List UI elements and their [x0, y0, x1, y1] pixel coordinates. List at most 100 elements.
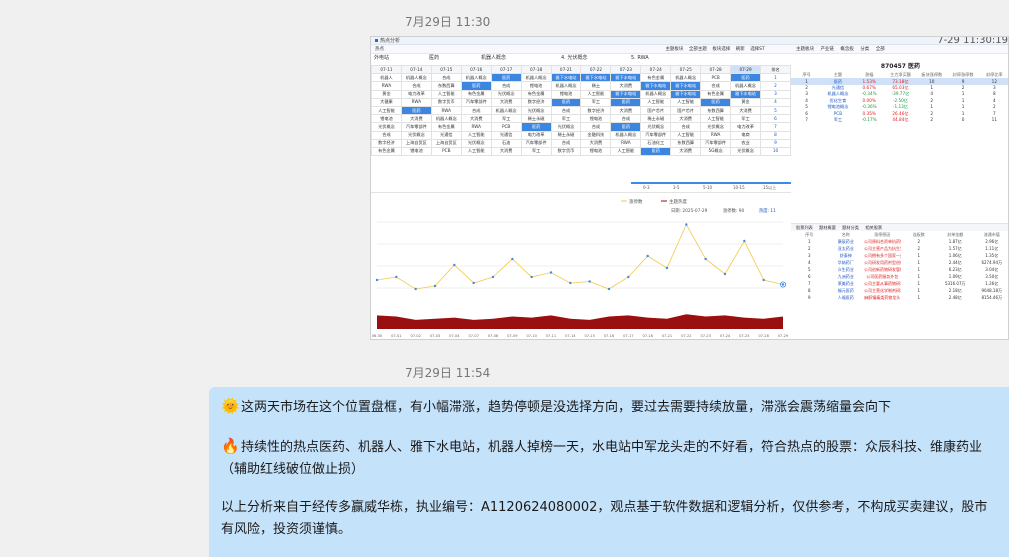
theme-cell[interactable]: 雅下水电站	[730, 89, 761, 99]
theme-cell[interactable]: 人工智能	[460, 146, 492, 157]
theme-cell[interactable]: 东数西算	[670, 138, 702, 148]
theme-cell[interactable]: 机器人概念	[730, 81, 761, 91]
theme-cell[interactable]: 稀土永磁	[640, 114, 672, 124]
theme-cell[interactable]: 电力改革	[400, 89, 432, 99]
date-header[interactable]: 07-14	[400, 64, 432, 75]
theme-cell[interactable]: 汽车零部件	[460, 97, 492, 107]
right-tab[interactable]: 概念股	[840, 47, 854, 52]
theme-cell[interactable]: 合成	[550, 105, 582, 116]
theme-cell[interactable]: 医药	[490, 73, 522, 83]
theme-cell[interactable]: 光伏概念	[400, 130, 432, 140]
theme-cell[interactable]: 军工	[490, 114, 522, 124]
theme-cell[interactable]: 光通信	[430, 130, 462, 140]
date-header[interactable]: 07-18	[520, 64, 552, 75]
theme-cell[interactable]: RWA	[610, 138, 642, 148]
theme-cell[interactable]: 光伏概念	[700, 122, 732, 132]
theme-cell[interactable]: 东数西算	[700, 105, 732, 116]
theme-cell[interactable]: 大消费	[490, 97, 522, 107]
theme-tab[interactable]: 5. RWA	[631, 54, 649, 63]
theme-cell[interactable]: 大消费	[670, 146, 702, 157]
theme-cell[interactable]: 人工智能	[610, 146, 642, 157]
date-header[interactable]: 07-23	[610, 64, 642, 75]
theme-cell[interactable]: 有色金属	[700, 89, 732, 99]
date-header[interactable]: 07-21	[550, 64, 582, 75]
toolbar-item[interactable]: 全部主题	[689, 47, 707, 52]
table-row[interactable]: 4 华纳药厂 公司研发用药剂型创新 1 2.44亿 6274.94万	[791, 259, 1008, 266]
theme-cell[interactable]: 汽车零部件	[700, 138, 732, 148]
theme-cell[interactable]: 军工	[730, 114, 761, 124]
column-header[interactable]: 连板数	[901, 231, 938, 238]
theme-cell[interactable]: 机器人概念	[490, 105, 522, 116]
date-header[interactable]: 07-15	[430, 64, 462, 75]
table-row[interactable]: 7 军工 -0.17% 44.84亿 2 0 11	[791, 117, 1008, 123]
toolbar-item[interactable]: 选择ST	[750, 47, 765, 52]
theme-cell[interactable]: 大消费	[730, 105, 761, 116]
column-header[interactable]: 涨停原因	[864, 231, 901, 238]
date-header[interactable]: 07-24	[640, 64, 672, 75]
theme-cell[interactable]: 光伏概念	[730, 146, 761, 157]
table-row[interactable]: 3 舒泰神 公司拥有多个国家一类新药 1 1.06亿 1.35亿	[791, 252, 1008, 259]
theme-cell[interactable]: 有色金属	[460, 89, 492, 99]
theme-cell[interactable]: PCB	[430, 146, 462, 157]
theme-cell[interactable]: 数字经济	[371, 138, 402, 148]
theme-cell[interactable]: 稀土永磁	[550, 130, 582, 140]
table-row[interactable]: 5 众生药业 公司创新药物研发管线 1 6.23亿 3.04亿	[791, 266, 1008, 273]
theme-cell[interactable]: 医药	[640, 146, 672, 157]
theme-cell[interactable]: 光伏概念	[460, 138, 492, 148]
theme-cell[interactable]: 医药	[550, 97, 582, 107]
theme-cell[interactable]: 医药	[400, 105, 432, 116]
theme-tab[interactable]: 外电站	[374, 54, 389, 63]
stock-tab[interactable]: 股票列表	[796, 225, 813, 230]
theme-cell[interactable]: 机器人	[371, 73, 402, 83]
column-header[interactable]: 序号	[791, 231, 828, 238]
theme-cell[interactable]: 人工智能	[460, 130, 492, 140]
date-header[interactable]: 07-11	[371, 64, 402, 75]
theme-cell[interactable]: RWA	[430, 105, 462, 116]
theme-cell[interactable]: 黄金	[371, 89, 402, 99]
date-header[interactable]: 07-16	[460, 64, 492, 75]
theme-cell[interactable]: 雅下水电站	[580, 73, 612, 83]
theme-cell[interactable]: 大健康	[371, 97, 402, 107]
theme-cell[interactable]: 机器人概念	[550, 81, 582, 91]
theme-cell[interactable]: 石油	[490, 138, 522, 148]
table-row[interactable]: 7 莱美药业 公司主要从事药物研发 1 5316.07万 1.26亿	[791, 280, 1008, 287]
theme-cell[interactable]: 数字货币	[430, 97, 462, 107]
right-tab[interactable]: 主题板块	[796, 47, 814, 52]
table-row[interactable]: 9 人福医药 麻醉镇痛类药物龙头 1 2.48亿 8154.46万	[791, 294, 1008, 301]
theme-cell[interactable]: 雅下水电站	[610, 89, 642, 99]
theme-cell[interactable]: 合成	[430, 73, 462, 83]
theme-cell[interactable]: 电力改革	[730, 122, 761, 132]
stock-tab[interactable]: 题材概要	[819, 225, 836, 230]
theme-cell[interactable]: 医药	[610, 122, 642, 132]
table-row[interactable]: 8 福元医药 公司主营化学制剂研发 1 2.18亿 9048.18万	[791, 287, 1008, 294]
theme-cell[interactable]: 雅下水电站	[550, 73, 582, 83]
theme-cell[interactable]: 大消费	[580, 138, 612, 148]
theme-cell[interactable]: 合成	[550, 138, 582, 148]
toolbar-item[interactable]: 板块选择	[712, 47, 730, 52]
theme-cell[interactable]: 锂电池	[371, 114, 402, 124]
theme-cell[interactable]: 数字经济	[520, 97, 552, 107]
theme-tab[interactable]: 医药	[429, 54, 439, 63]
theme-cell[interactable]: 机器人概念	[670, 73, 702, 83]
theme-cell[interactable]: 人工智能	[580, 89, 612, 99]
right-tab[interactable]: 分类	[860, 47, 869, 52]
right-tab[interactable]: 产业链	[820, 47, 834, 52]
theme-cell[interactable]: 有色金属	[430, 122, 462, 132]
theme-cell[interactable]: 人工智能	[700, 114, 732, 124]
theme-cell[interactable]: 石油化工	[640, 138, 672, 148]
theme-cell[interactable]: 有色金属	[640, 73, 672, 83]
theme-cell[interactable]: 人工智能	[430, 89, 462, 99]
date-header[interactable]: 07-25	[670, 64, 702, 75]
theme-cell[interactable]: 光伏概念	[550, 122, 582, 132]
theme-cell[interactable]: 国产芯片	[670, 105, 702, 116]
theme-cell[interactable]: 光通信	[490, 130, 522, 140]
theme-cell[interactable]: 黄金	[730, 97, 761, 107]
theme-cell[interactable]: 合成	[400, 81, 432, 91]
theme-cell[interactable]: 光伏概念	[371, 122, 402, 132]
theme-cell[interactable]: 合成	[490, 81, 522, 91]
theme-cell[interactable]: 农业	[730, 138, 761, 148]
heat-line-chart[interactable]: 涨停数 主题热度 日期: 2025-07-29 涨停数: 90 热度: 11 06-30 0…	[371, 192, 791, 339]
theme-cell[interactable]: 电商	[730, 130, 761, 140]
theme-cell[interactable]: RWA	[371, 81, 402, 91]
theme-cell[interactable]: 大消费	[490, 146, 522, 157]
